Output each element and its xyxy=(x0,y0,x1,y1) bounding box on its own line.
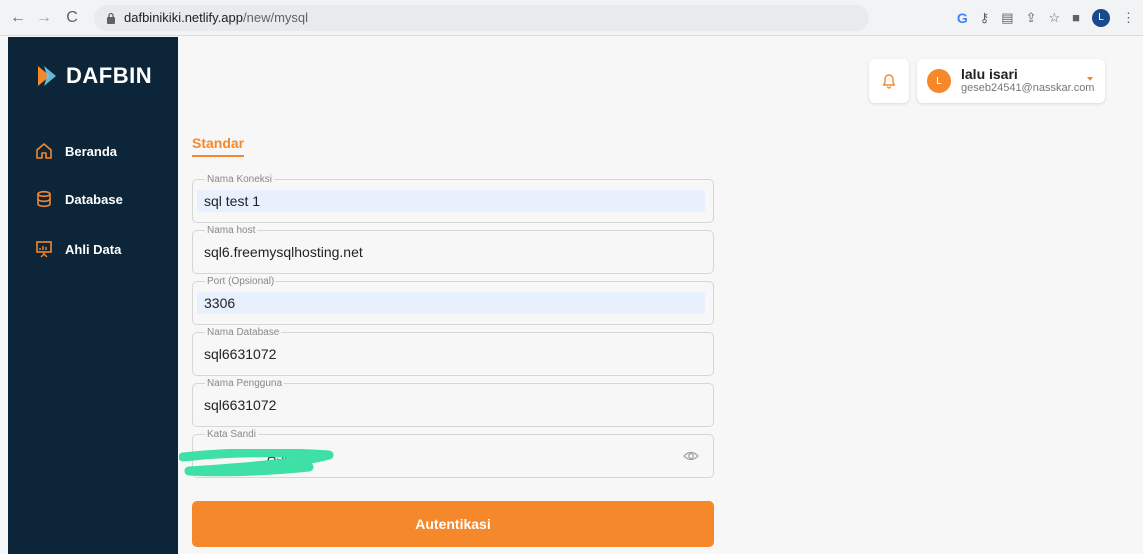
sidepanel-icon[interactable]: ■ xyxy=(1072,10,1080,25)
notification-button[interactable] xyxy=(869,59,909,103)
field-label: Port (Opsional) xyxy=(205,276,277,288)
connection-name-field: Nama Koneksi xyxy=(192,174,714,223)
field-label: Nama host xyxy=(205,225,258,237)
port-field: Port (Opsional) xyxy=(192,276,714,325)
share-icon[interactable]: ⇪ xyxy=(1026,10,1037,26)
brand-name: DAFBIN xyxy=(66,63,153,88)
sidebar-item-beranda[interactable]: Beranda xyxy=(35,142,117,160)
presentation-icon xyxy=(36,241,52,258)
field-label: Nama Koneksi xyxy=(205,174,275,186)
user-name: lalu isari xyxy=(961,66,1018,82)
url-domain: dafbinikiki.netlify.app xyxy=(124,10,243,25)
lock-icon xyxy=(107,12,115,24)
password-input[interactable] xyxy=(197,445,705,467)
port-input[interactable] xyxy=(197,292,705,314)
avatar: L xyxy=(927,69,951,93)
database-name-field: Nama Database xyxy=(192,327,714,376)
reload-icon[interactable]: C xyxy=(60,6,84,30)
profile-avatar[interactable]: L xyxy=(1092,8,1110,27)
url-path: /new/mysql xyxy=(243,10,309,25)
user-email: geseb24541@nasskar.com xyxy=(961,82,1095,94)
key-icon[interactable]: ⚷ xyxy=(980,10,990,26)
field-label: Nama Database xyxy=(205,327,282,339)
address-bar[interactable]: dafbinikiki.netlify.app/new/mysql xyxy=(94,4,869,31)
database-icon xyxy=(37,190,51,208)
forward-arrow-icon[interactable]: → xyxy=(32,6,56,30)
field-label: Kata Sandi xyxy=(205,429,258,441)
chevron-down-icon xyxy=(1087,77,1093,81)
browser-toolbar: ← → C dafbinikiki.netlify.app/new/mysql … xyxy=(0,0,1143,36)
user-info: lalu isari geseb24541@nasskar.com xyxy=(961,67,1094,95)
star-icon[interactable]: ☆ xyxy=(1048,10,1060,26)
host-name-input[interactable] xyxy=(197,241,705,263)
translate-icon[interactable]: ▤ xyxy=(1001,10,1013,26)
brand[interactable]: DAFBIN xyxy=(36,63,152,89)
google-icon[interactable]: G xyxy=(957,10,968,26)
home-icon xyxy=(36,143,52,159)
sidebar-item-ahli-data[interactable]: Ahli Data xyxy=(35,240,121,258)
eye-icon[interactable] xyxy=(683,449,699,463)
user-menu[interactable]: L lalu isari geseb24541@nasskar.com xyxy=(917,59,1105,103)
sidebar-item-label: Beranda xyxy=(65,143,118,159)
tab-standar[interactable]: Standar xyxy=(192,135,245,157)
main-content: L lalu isari geseb24541@nasskar.com Stan… xyxy=(178,37,1143,554)
back-arrow-icon[interactable]: ← xyxy=(6,6,30,30)
sidebar-item-database[interactable]: Database xyxy=(35,190,123,208)
browser-extensions: G ⚷ ▤ ⇪ ☆ ■ L ⋮ xyxy=(957,8,1135,27)
password-field: Kata Sandi xyxy=(179,429,714,478)
username-input[interactable] xyxy=(197,394,705,416)
sidebar-item-label: Ahli Data xyxy=(65,241,122,257)
dafbin-logo-icon xyxy=(38,66,56,86)
more-menu-icon[interactable]: ⋮ xyxy=(1122,10,1135,26)
field-label: Nama Pengguna xyxy=(205,378,285,390)
host-name-field: Nama host xyxy=(192,225,714,274)
database-name-input[interactable] xyxy=(197,343,705,365)
connection-name-input[interactable] xyxy=(197,190,705,212)
sidebar-item-label: Database xyxy=(65,191,123,207)
username-field: Nama Pengguna xyxy=(192,378,714,427)
header-user-area: L lalu isari geseb24541@nasskar.com xyxy=(869,59,1105,103)
sidebar: DAFBIN Beranda Database Ahli Data xyxy=(8,37,178,554)
bell-icon xyxy=(882,74,896,89)
authenticate-button[interactable]: Autentikasi xyxy=(192,501,714,547)
